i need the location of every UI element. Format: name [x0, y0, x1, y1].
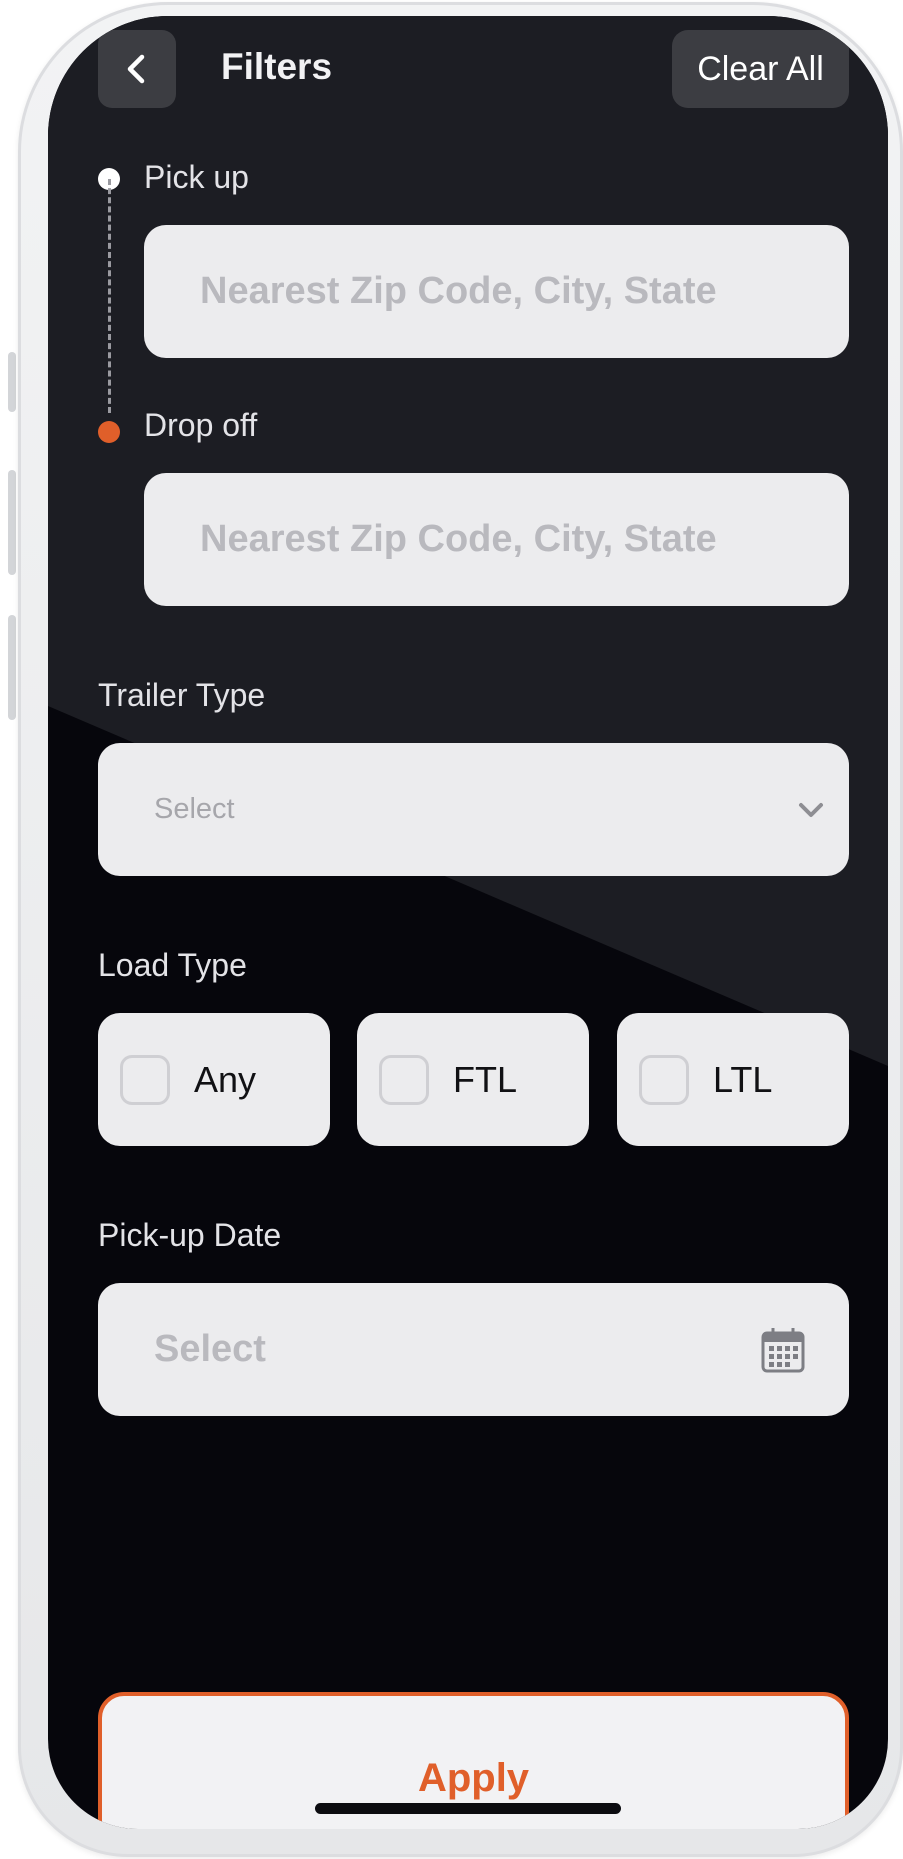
any-checkbox[interactable]: [120, 1054, 170, 1105]
page-title: Filters: [221, 46, 333, 87]
route-connector-line: [108, 179, 111, 413]
phone-side-button-1: [8, 352, 16, 412]
pickup-date-value: Select: [154, 1328, 266, 1370]
pickup-location-input[interactable]: Nearest Zip Code, City, State: [144, 225, 849, 358]
dropoff-placeholder: Nearest Zip Code, City, State: [200, 518, 717, 560]
load-type-option-ltl[interactable]: LTL: [617, 1013, 849, 1146]
pickup-date-label: Pick-up Date: [98, 1217, 282, 1253]
pickup-placeholder: Nearest Zip Code, City, State: [200, 270, 717, 312]
trailer-type-select[interactable]: Select: [98, 743, 849, 876]
home-indicator: [315, 1803, 621, 1814]
pickup-label: Pick up: [144, 159, 249, 195]
clear-all-button[interactable]: Clear All: [672, 30, 849, 108]
phone-side-button-2: [8, 470, 16, 575]
chevron-down-icon: [799, 803, 823, 817]
ftl-checkbox[interactable]: [379, 1054, 429, 1105]
dropoff-dot: [98, 421, 120, 443]
load-type-option-any[interactable]: Any: [98, 1013, 330, 1146]
trailer-type-label: Trailer Type: [98, 677, 266, 713]
ltl-label: LTL: [713, 1058, 773, 1100]
ftl-label: FTL: [453, 1058, 518, 1100]
trailer-type-value: Select: [154, 793, 235, 825]
load-type-label: Load Type: [98, 947, 247, 983]
phone-side-button-3: [8, 615, 16, 720]
pickup-date-select[interactable]: Select: [98, 1283, 849, 1416]
chevron-left-icon: [127, 54, 145, 84]
any-label: Any: [194, 1058, 257, 1100]
ltl-checkbox[interactable]: [639, 1054, 689, 1105]
filters-screen: Filters Clear All Pick up Nearest Zip Co…: [48, 16, 888, 1829]
back-button[interactable]: [98, 30, 176, 108]
load-type-option-ftl[interactable]: FTL: [357, 1013, 589, 1146]
calendar-icon: [761, 1328, 805, 1373]
dropoff-location-input[interactable]: Nearest Zip Code, City, State: [144, 473, 849, 606]
dropoff-label: Drop off: [144, 407, 258, 443]
